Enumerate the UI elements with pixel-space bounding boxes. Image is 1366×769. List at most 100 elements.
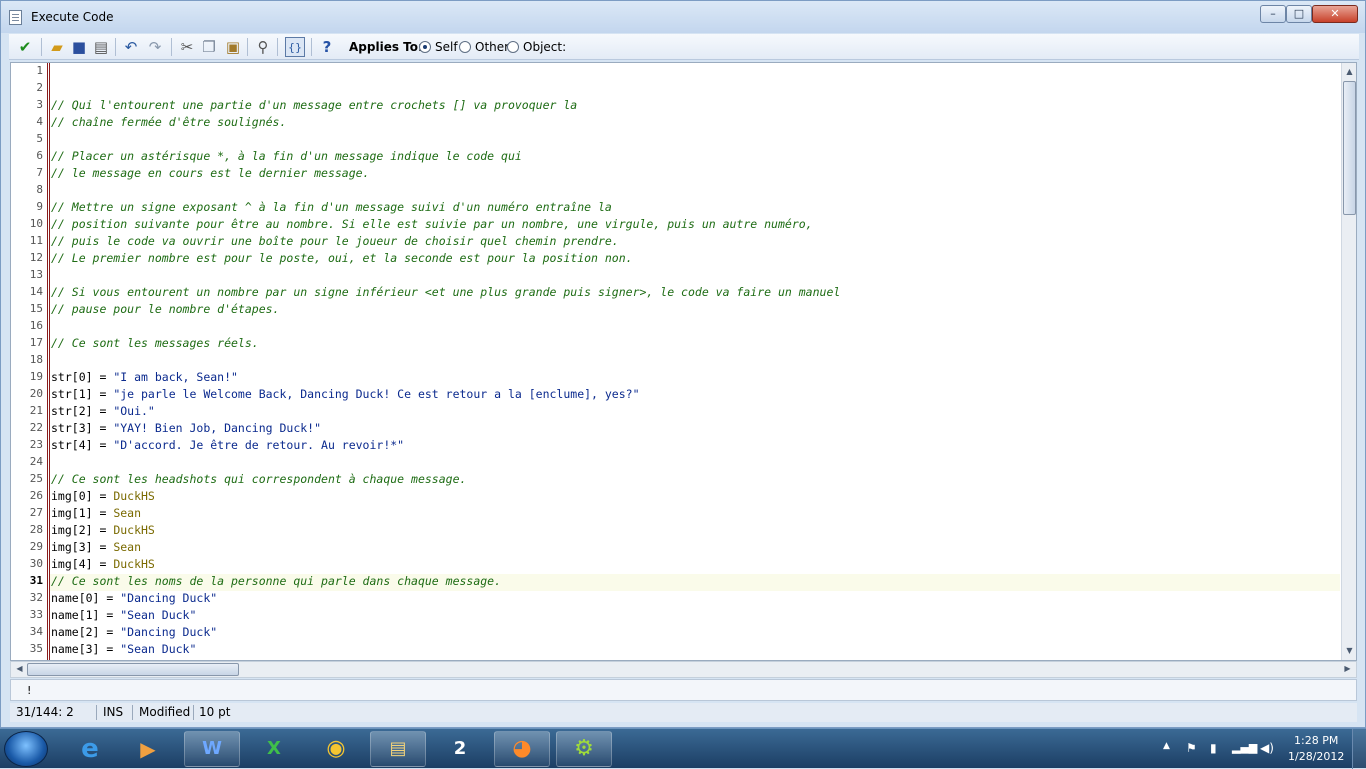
copy-icon[interactable]: ❐	[199, 37, 219, 57]
code-line[interactable]: img[3] = Sean	[51, 540, 141, 554]
code-line[interactable]: // Qui l'entourent une partie d'un messa…	[51, 98, 577, 112]
line-number: 24	[29, 455, 43, 468]
code-identifier: img[3] =	[51, 540, 114, 554]
open-folder-icon[interactable]: ▰	[47, 37, 67, 57]
scroll-down-icon[interactable]: ▼	[1345, 646, 1354, 655]
code-line[interactable]: // position suivante pour être au nombre…	[51, 217, 813, 231]
line-number: 28	[29, 523, 43, 536]
code-line[interactable]: name[1] = "Sean Duck"	[51, 608, 196, 622]
firefox-icon[interactable]: ◕	[494, 731, 550, 767]
code-line[interactable]: img[0] = DuckHS	[51, 489, 155, 503]
internet-explorer-icon[interactable]: e	[62, 731, 118, 767]
search-icon[interactable]: ⚲	[253, 37, 273, 57]
code-line[interactable]: // pause pour le nombre d'étapes.	[51, 302, 279, 316]
file-explorer-icon[interactable]: ▤	[370, 731, 426, 767]
code-line[interactable]: str[4] = "D'accord. Je être de retour. A…	[51, 438, 404, 452]
toolbar-separator	[277, 38, 278, 56]
other-radio[interactable]	[459, 41, 471, 53]
code-line[interactable]: img[1] = Sean	[51, 506, 141, 520]
code-line[interactable]: img[2] = DuckHS	[51, 523, 155, 537]
toolbar-separator	[41, 38, 42, 56]
app-2k-icon[interactable]: 2	[432, 731, 488, 767]
title-bar[interactable]: Execute Code – □ ✕	[1, 1, 1365, 33]
code-line[interactable]: img[4] = DuckHS	[51, 557, 155, 571]
scroll-right-icon[interactable]: ▶	[1343, 664, 1352, 673]
horizontal-scrollbar[interactable]: ◀ ▶	[10, 661, 1357, 678]
network-signal-icon[interactable]: ▂▄▆	[1232, 741, 1257, 754]
self-label[interactable]: Self	[435, 40, 458, 54]
resource-name: DuckHS	[113, 557, 155, 571]
clock-time[interactable]: 1:28 PM	[1294, 734, 1338, 747]
code-line[interactable]: // Placer un astérisque *, à la fin d'un…	[51, 149, 522, 163]
volume-icon[interactable]: ◀)	[1260, 741, 1274, 755]
clock-date[interactable]: 1/28/2012	[1288, 750, 1344, 763]
print-icon[interactable]: ▤	[91, 37, 111, 57]
applies-to-label: Applies To:	[349, 40, 423, 54]
code-line[interactable]: str[1] = "je parle le Welcome Back, Danc…	[51, 387, 640, 401]
excel-icon[interactable]: X	[246, 731, 302, 767]
line-number: 17	[29, 336, 43, 349]
vertical-scroll-thumb[interactable]	[1343, 81, 1356, 215]
code-line[interactable]: str[2] = "Oui."	[51, 404, 155, 418]
code-comment: // Qui l'entourent une partie d'un messa…	[51, 98, 578, 112]
status-bar: 31/144: 2 INS Modified 10 pt	[10, 703, 1357, 722]
toolbar-separator	[247, 38, 248, 56]
start-orb-icon[interactable]	[4, 731, 48, 767]
horizontal-scroll-thumb[interactable]	[27, 663, 239, 676]
word-icon[interactable]: W	[184, 731, 240, 767]
line-number: 32	[29, 591, 43, 604]
help-icon[interactable]: ?	[317, 37, 337, 57]
code-line[interactable]: // Mettre un signe exposant ^ à la fin d…	[51, 200, 612, 214]
code-line[interactable]: // chaîne fermée d'être soulignés.	[51, 115, 286, 129]
line-number: 21	[29, 404, 43, 417]
show-hidden-icons-icon[interactable]: ▲	[1163, 741, 1170, 751]
object-radio[interactable]	[507, 41, 519, 53]
self-radio[interactable]	[419, 41, 431, 53]
save-icon[interactable]: ■	[69, 37, 89, 57]
vertical-scrollbar[interactable]: ▲ ▼	[1341, 63, 1356, 660]
line-number: 8	[36, 183, 43, 196]
code-line[interactable]: name[3] = "Sean Duck"	[51, 642, 196, 656]
code-line[interactable]: str[3] = "YAY! Bien Job, Dancing Duck!"	[51, 421, 321, 435]
code-line[interactable]: name[0] = "Dancing Duck"	[51, 591, 217, 605]
code-line[interactable]: // Si vous entourent un nombre par un si…	[51, 285, 840, 299]
action-center-flag-icon[interactable]: ⚑	[1186, 741, 1197, 755]
line-number: 5	[36, 132, 43, 145]
media-player-icon[interactable]: ▶	[120, 731, 176, 767]
status-separator	[96, 705, 97, 720]
code-identifier: str[1] =	[51, 387, 114, 401]
chrome-icon[interactable]: ◉	[308, 731, 364, 767]
code-icon[interactable]: {}	[285, 37, 305, 57]
game-maker-icon[interactable]: ⚙	[556, 731, 612, 767]
code-comment: // Le premier nombre est pour le poste, …	[51, 251, 633, 265]
code-line[interactable]: str[0] = "I am back, Sean!"	[51, 370, 238, 384]
line-number: 1	[36, 64, 43, 77]
show-desktop-button[interactable]	[1352, 729, 1366, 769]
other-label[interactable]: Other	[475, 40, 509, 54]
code-line[interactable]: // Ce sont les noms de la personne qui p…	[51, 574, 501, 588]
line-number: 4	[36, 115, 43, 128]
undo-icon[interactable]: ↶	[121, 37, 141, 57]
redo-icon[interactable]: ↷	[145, 37, 165, 57]
code-comment: // puis le code va ouvrir une boîte pour…	[51, 234, 619, 248]
gutter-border	[47, 63, 50, 660]
code-line[interactable]: // le message en cours est le dernier me…	[51, 166, 370, 180]
checkmark-icon[interactable]: ✔	[15, 37, 35, 57]
scroll-left-icon[interactable]: ◀	[15, 664, 24, 673]
code-line[interactable]: // Ce sont les messages réels.	[51, 336, 259, 350]
cut-icon[interactable]: ✂	[177, 37, 197, 57]
code-line[interactable]: // Le premier nombre est pour le poste, …	[51, 251, 633, 265]
code-editor[interactable]: 1 2 3 4 5 6 7 8 9 10 11 12 13 14 15 16 17 18 19 20 21 22 23 24 2…	[10, 62, 1357, 661]
code-identifier: img[1] =	[51, 506, 114, 520]
maximize-button[interactable]: □	[1286, 5, 1312, 23]
minimize-button[interactable]: –	[1260, 5, 1286, 23]
battery-icon[interactable]: ▮	[1210, 741, 1217, 755]
paste-icon[interactable]: ▣	[223, 37, 243, 57]
code-line[interactable]: name[2] = "Dancing Duck"	[51, 625, 217, 639]
code-line[interactable]: // puis le code va ouvrir une boîte pour…	[51, 234, 619, 248]
object-label[interactable]: Object:	[523, 40, 566, 54]
scroll-up-icon[interactable]: ▲	[1345, 67, 1354, 76]
close-button[interactable]: ✕	[1312, 5, 1358, 23]
code-identifier: name[2] =	[51, 625, 121, 639]
code-line[interactable]: // Ce sont les headshots qui corresponde…	[51, 472, 466, 486]
